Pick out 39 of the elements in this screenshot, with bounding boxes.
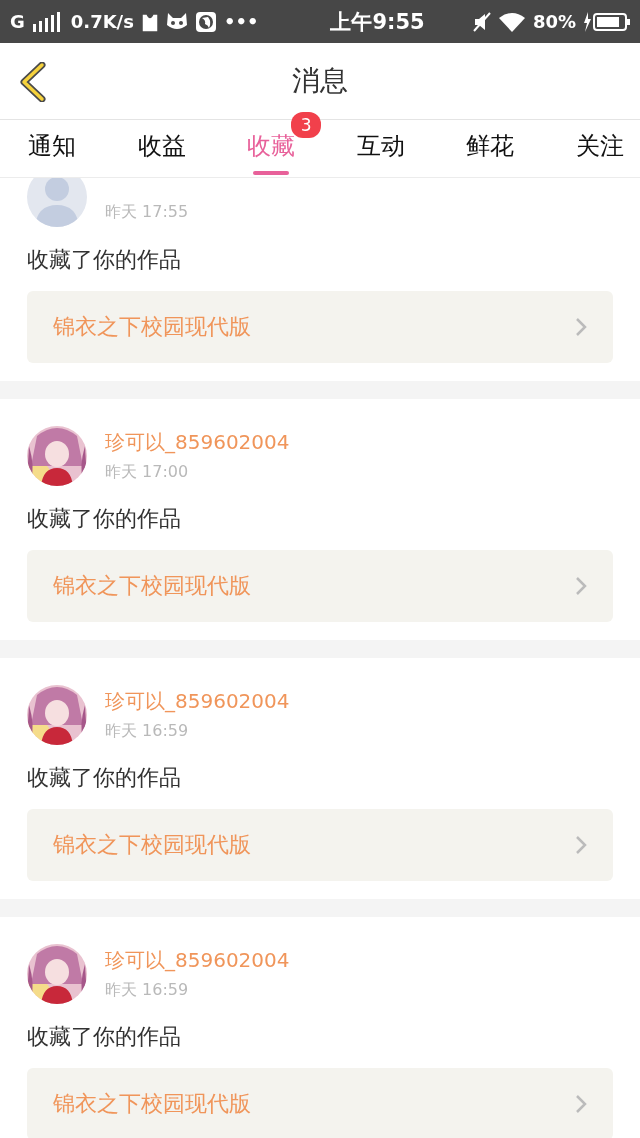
- tab[interactable]: 关注: [571, 120, 628, 177]
- tab[interactable]: 收益: [133, 120, 190, 177]
- back-icon[interactable]: [18, 62, 48, 102]
- more-indicator: •••: [223, 11, 259, 32]
- message-text: 收藏了你的作品: [27, 1023, 182, 1051]
- cat-icon: [165, 12, 188, 31]
- bag-icon: [141, 11, 158, 32]
- message-time: 昨天 17:00: [105, 462, 190, 483]
- tab[interactable]: 鲜花: [462, 120, 519, 177]
- network-speed: 0.7K/s: [70, 11, 134, 32]
- message-time: 昨天 16:59: [105, 721, 190, 742]
- user-name[interactable]: 珍可以_859602004: [105, 429, 290, 456]
- tab[interactable]: 互动: [352, 120, 409, 177]
- mute-icon: [472, 11, 491, 32]
- tab[interactable]: 通知: [24, 120, 80, 177]
- globe-icon: [195, 11, 216, 32]
- work-link[interactable]: 锦衣之下校园现代版: [27, 1068, 613, 1138]
- clock: 上午9:55: [330, 9, 425, 34]
- message-text: 收藏了你的作品: [27, 505, 182, 533]
- page-title: 消息: [292, 63, 348, 99]
- count-badge: 3: [291, 112, 322, 138]
- wifi-icon: [498, 11, 525, 32]
- message-time: 昨天 17:55: [105, 201, 189, 223]
- network-type: G: [10, 11, 25, 32]
- chevron-right-icon: [575, 576, 587, 596]
- message-text: 收藏了你的作品: [27, 246, 182, 274]
- user-name[interactable]: 珍可以_859602004: [105, 947, 290, 974]
- chevron-right-icon: [575, 835, 587, 855]
- battery-charging-icon: [584, 11, 630, 32]
- work-link[interactable]: 锦衣之下校园现代版: [27, 550, 613, 622]
- work-link[interactable]: 锦衣之下校园现代版: [27, 291, 613, 363]
- message-text: 收藏了你的作品: [27, 764, 182, 792]
- message-time: 昨天 16:59: [105, 980, 190, 1001]
- battery-percent: 80%: [532, 11, 576, 32]
- work-link[interactable]: 锦衣之下校园现代版: [27, 809, 613, 881]
- signal-icon: [32, 11, 63, 32]
- chevron-right-icon: [575, 1094, 587, 1114]
- user-name[interactable]: 珍可以_859602004: [105, 688, 290, 715]
- chevron-right-icon: [575, 317, 587, 337]
